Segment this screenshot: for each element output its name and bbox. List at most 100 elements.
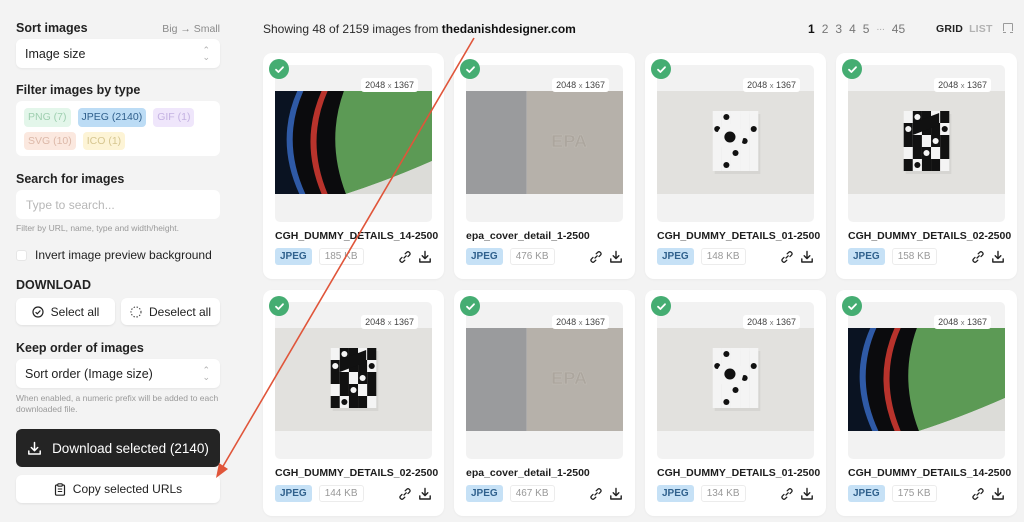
link-icon[interactable] [780, 487, 794, 501]
type-filter-box: PNG (7) JPEG (2140) GIF (1) SVG (10) ICO (1) [16, 101, 220, 156]
download-icon[interactable] [991, 250, 1005, 264]
image-thumbnail [657, 91, 814, 194]
image-preview[interactable]: 2048 x 1367 [275, 65, 432, 222]
image-card[interactable]: EPA 2048 x 1367 epa_cover_detail_1-2500 … [454, 53, 635, 279]
page-link[interactable]: 2 [822, 22, 829, 36]
file-size-badge: 148 KB [700, 248, 746, 265]
invert-background-checkbox[interactable] [16, 249, 27, 261]
selected-check-toggle[interactable] [460, 296, 480, 316]
select-all-button[interactable]: Select all [16, 298, 115, 325]
image-height: 1367 [966, 80, 987, 90]
copy-urls-button[interactable]: Copy selected URLs [16, 475, 220, 503]
type-filter-chip[interactable]: PNG (7) [24, 108, 71, 127]
link-icon[interactable] [398, 487, 412, 501]
type-filter-chip[interactable]: ICO (1) [82, 131, 126, 150]
image-height: 1367 [584, 80, 605, 90]
image-height: 1367 [584, 317, 605, 327]
selected-check-toggle[interactable] [269, 59, 289, 79]
page-link[interactable]: 3 [835, 22, 842, 36]
image-meta: JPEG 476 KB [466, 248, 555, 265]
image-preview[interactable]: 2048 x 1367 [657, 302, 814, 459]
image-meta: JPEG 467 KB [466, 485, 555, 502]
page-link[interactable]: 4 [849, 22, 856, 36]
image-card[interactable]: 2048 x 1367 CGH_DUMMY_DETAILS_01-2500 JP… [645, 290, 826, 516]
order-select[interactable]: Sort order (Image size) ⌃ ⌄ [16, 359, 220, 388]
type-filter-chip[interactable]: SVG (10) [24, 131, 76, 150]
dimensions-badge: 2048 x 1367 [361, 315, 418, 329]
link-icon[interactable] [780, 250, 794, 264]
download-icon[interactable] [609, 250, 623, 264]
download-icon[interactable] [609, 487, 623, 501]
download-icon[interactable] [418, 250, 432, 264]
image-card[interactable]: 2048 x 1367 CGH_DUMMY_DETAILS_14-2500 JP… [263, 53, 444, 279]
deselect-all-button[interactable]: Deselect all [121, 298, 220, 325]
image-preview[interactable]: 2048 x 1367 [657, 65, 814, 222]
download-selected-button[interactable]: Download selected (2140) [16, 429, 220, 467]
link-icon[interactable] [589, 250, 603, 264]
card-actions [971, 487, 1005, 501]
sort-select-value: Image size [25, 46, 86, 61]
results-count-text: Showing 48 of 2159 images from [263, 22, 442, 36]
link-icon[interactable] [971, 250, 985, 264]
image-preview[interactable]: 2048 x 1367 [848, 65, 1005, 222]
image-thumbnail [657, 328, 814, 431]
type-filter-chip[interactable]: JPEG (2140) [77, 108, 147, 127]
card-actions [780, 250, 814, 264]
chevron-updown-icon: ⌃ ⌄ [202, 364, 210, 382]
image-preview[interactable]: EPA 2048 x 1367 [466, 302, 623, 459]
image-preview[interactable]: EPA 2048 x 1367 [466, 65, 623, 222]
selected-check-toggle[interactable] [651, 296, 671, 316]
grid-view-button[interactable]: GRID [936, 23, 963, 35]
link-icon[interactable] [589, 487, 603, 501]
file-type-badge: JPEG [275, 485, 312, 502]
dimensions-badge: 2048 x 1367 [552, 315, 609, 329]
image-width: 2048 [365, 80, 386, 90]
image-height: 1367 [393, 317, 414, 327]
image-card[interactable]: EPA 2048 x 1367 epa_cover_detail_1-2500 … [454, 290, 635, 516]
link-icon[interactable] [971, 487, 985, 501]
download-icon[interactable] [991, 487, 1005, 501]
file-size-badge: 158 KB [891, 248, 937, 265]
download-icon[interactable] [418, 487, 432, 501]
page-link[interactable]: 5 [863, 22, 870, 36]
image-preview[interactable]: 2048 x 1367 [848, 302, 1005, 459]
sort-direction-toggle[interactable]: Big → Small [162, 23, 220, 35]
selected-check-toggle[interactable] [842, 296, 862, 316]
checkmark-icon [656, 65, 666, 73]
type-filter-chip[interactable]: GIF (1) [153, 108, 195, 127]
expand-view-icon[interactable] [1002, 22, 1014, 34]
page-link-last[interactable]: 45 [892, 22, 905, 36]
sort-select[interactable]: Image size ⌃ ⌄ [16, 39, 220, 68]
image-meta: JPEG 185 KB [275, 248, 364, 265]
sort-label: Sort images [16, 21, 88, 35]
selected-check-toggle[interactable] [269, 296, 289, 316]
page-link[interactable]: 1 [808, 22, 815, 36]
download-selected-label: Download selected (2140) [52, 440, 209, 456]
image-card[interactable]: 2048 x 1367 CGH_DUMMY_DETAILS_14-2500 JP… [836, 290, 1017, 516]
card-actions [398, 487, 432, 501]
download-icon[interactable] [800, 250, 814, 264]
selected-check-toggle[interactable] [651, 59, 671, 79]
image-card[interactable]: 2048 x 1367 CGH_DUMMY_DETAILS_02-2500 JP… [836, 53, 1017, 279]
selected-check-toggle[interactable] [842, 59, 862, 79]
filter-section-title: Filter images by type [16, 83, 220, 97]
image-width: 2048 [556, 317, 577, 327]
invert-background-option[interactable]: Invert image preview background [16, 248, 212, 262]
image-thumbnail [848, 328, 1005, 431]
file-type-badge: JPEG [657, 248, 694, 265]
file-size-badge: 467 KB [509, 485, 555, 502]
list-view-button[interactable]: LIST [969, 23, 993, 35]
checkmark-icon [274, 302, 284, 310]
search-input[interactable] [16, 190, 220, 219]
image-card[interactable]: 2048 x 1367 CGH_DUMMY_DETAILS_02-2500 JP… [263, 290, 444, 516]
download-icon[interactable] [800, 487, 814, 501]
file-size-badge: 144 KB [318, 485, 364, 502]
image-meta: JPEG 158 KB [848, 248, 937, 265]
selected-check-toggle[interactable] [460, 59, 480, 79]
image-height: 1367 [775, 317, 796, 327]
link-icon[interactable] [398, 250, 412, 264]
image-meta: JPEG 148 KB [657, 248, 746, 265]
file-type-badge: JPEG [466, 485, 503, 502]
image-preview[interactable]: 2048 x 1367 [275, 302, 432, 459]
image-card[interactable]: 2048 x 1367 CGH_DUMMY_DETAILS_01-2500 JP… [645, 53, 826, 279]
